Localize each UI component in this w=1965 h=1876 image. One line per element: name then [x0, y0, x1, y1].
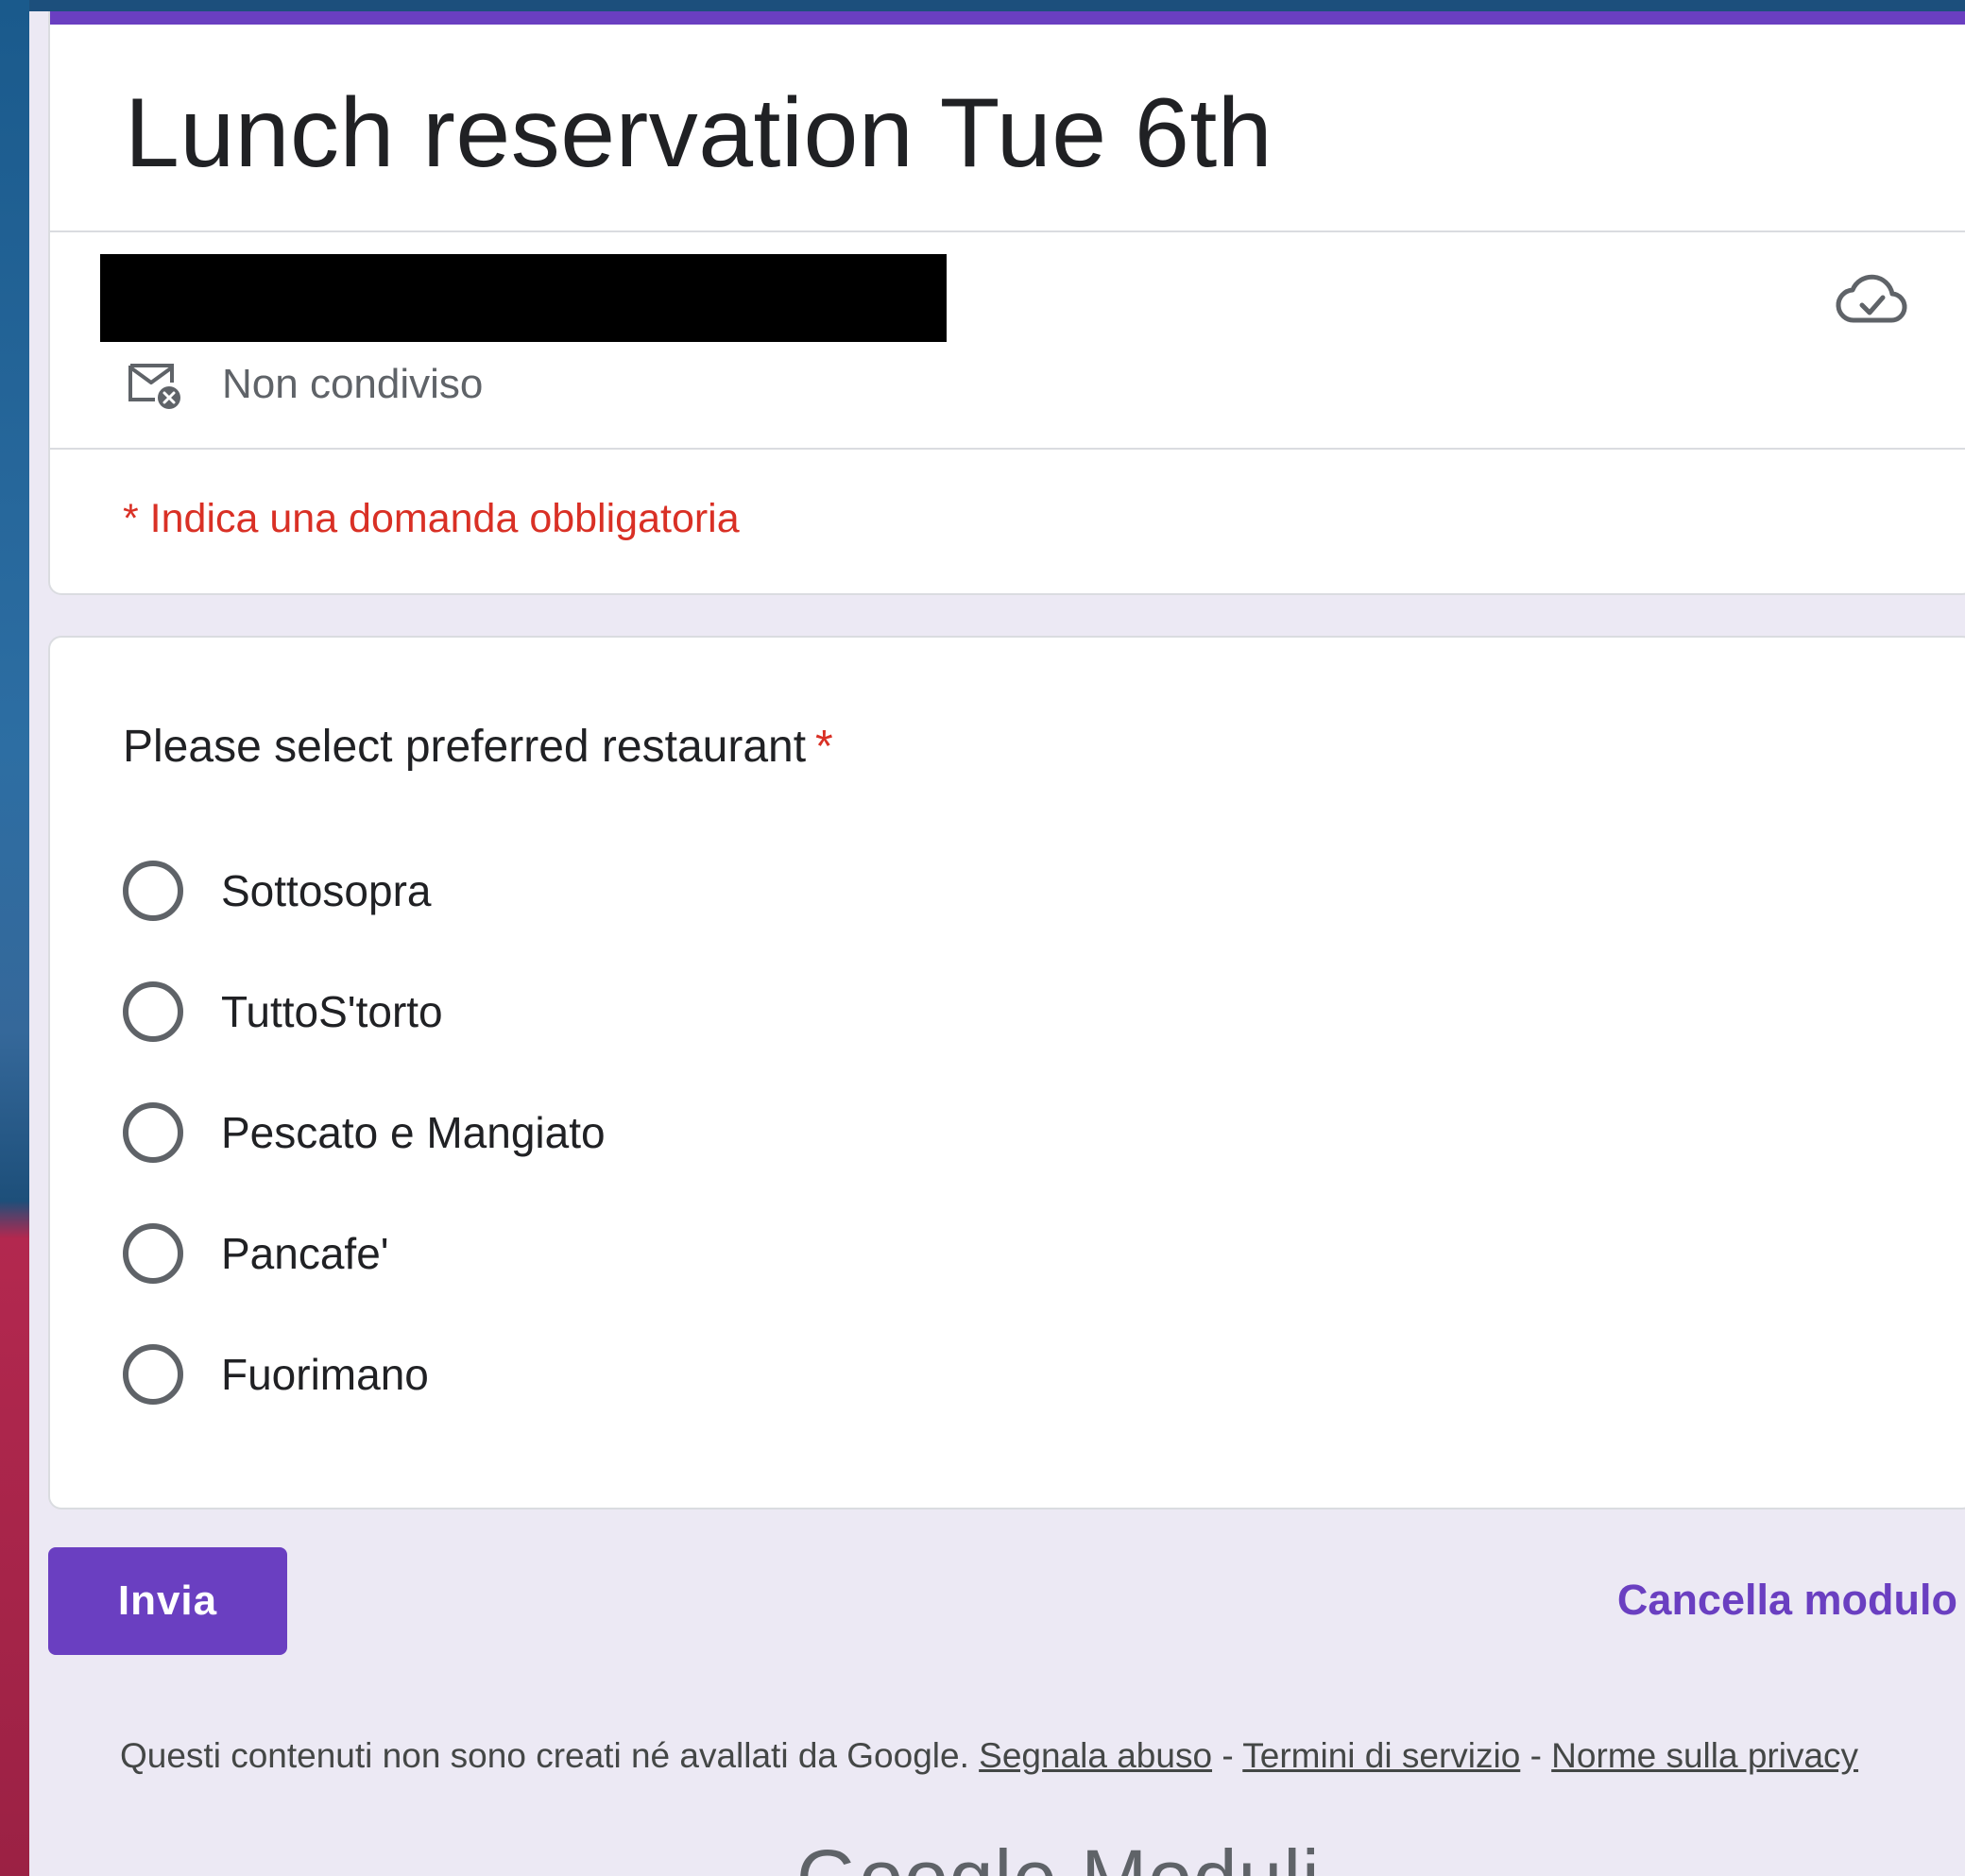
radio-button[interactable] — [123, 1223, 183, 1284]
radio-button[interactable] — [123, 861, 183, 921]
cloud-saved-icon — [1836, 274, 1907, 323]
option-label[interactable]: Sottosopra — [221, 865, 431, 916]
privacy-policy-link[interactable]: Norme sulla privacy — [1551, 1736, 1858, 1775]
required-marker: * — [815, 722, 833, 772]
radio-button[interactable] — [123, 981, 183, 1042]
footer-separator: - — [1529, 1736, 1542, 1775]
option-label[interactable]: Pancafe' — [221, 1228, 389, 1279]
google-forms-logo[interactable]: Google Moduli — [796, 1833, 1321, 1876]
header-divider — [50, 230, 1965, 232]
option-label[interactable]: TuttoS'torto — [221, 986, 443, 1037]
accent-bar — [50, 11, 1965, 25]
radio-option-pescato-e-mangiato[interactable]: Pescato e Mangiato — [123, 1100, 606, 1165]
option-label[interactable]: Fuorimano — [221, 1349, 429, 1400]
redacted-account-email — [100, 254, 947, 342]
terms-of-service-link[interactable]: Termini di servizio — [1242, 1736, 1520, 1775]
clear-form-button[interactable]: Cancella modulo — [1617, 1576, 1957, 1625]
form-header-card: Lunch reservation Tue 6th Non condiviso … — [48, 11, 1965, 595]
browser-top-band — [29, 0, 1965, 11]
radio-option-pancafe[interactable]: Pancafe' — [123, 1221, 389, 1286]
footer-disclaimer-text: Questi contenuti non sono creati né aval… — [120, 1736, 969, 1775]
mail-not-shared-icon — [128, 364, 180, 409]
radio-option-sottosopra[interactable]: Sottosopra — [123, 859, 431, 923]
question-card: Please select preferred restaurant * Sott… — [48, 636, 1965, 1509]
required-question-note: * Indica una domanda obbligatoria — [123, 496, 740, 541]
submit-button[interactable]: Invia — [48, 1547, 287, 1655]
form-title: Lunch reservation Tue 6th — [125, 78, 1273, 188]
radio-button[interactable] — [123, 1344, 183, 1405]
header-divider-2 — [50, 448, 1965, 450]
radio-option-fuorimano[interactable]: Fuorimano — [123, 1342, 429, 1407]
report-abuse-link[interactable]: Segnala abuso — [979, 1736, 1212, 1775]
question-title-text: Please select preferred restaurant — [123, 722, 807, 772]
option-label[interactable]: Pescato e Mangiato — [221, 1107, 606, 1158]
footer-disclaimer: Questi contenuti non sono creati né aval… — [120, 1736, 1858, 1776]
question-title: Please select preferred restaurant * — [123, 721, 833, 773]
footer-separator: - — [1222, 1736, 1234, 1775]
desktop-background — [0, 0, 29, 1876]
account-share-status: Non condiviso — [222, 361, 484, 407]
radio-button[interactable] — [123, 1102, 183, 1163]
radio-option-tuttostorto[interactable]: TuttoS'torto — [123, 980, 443, 1044]
